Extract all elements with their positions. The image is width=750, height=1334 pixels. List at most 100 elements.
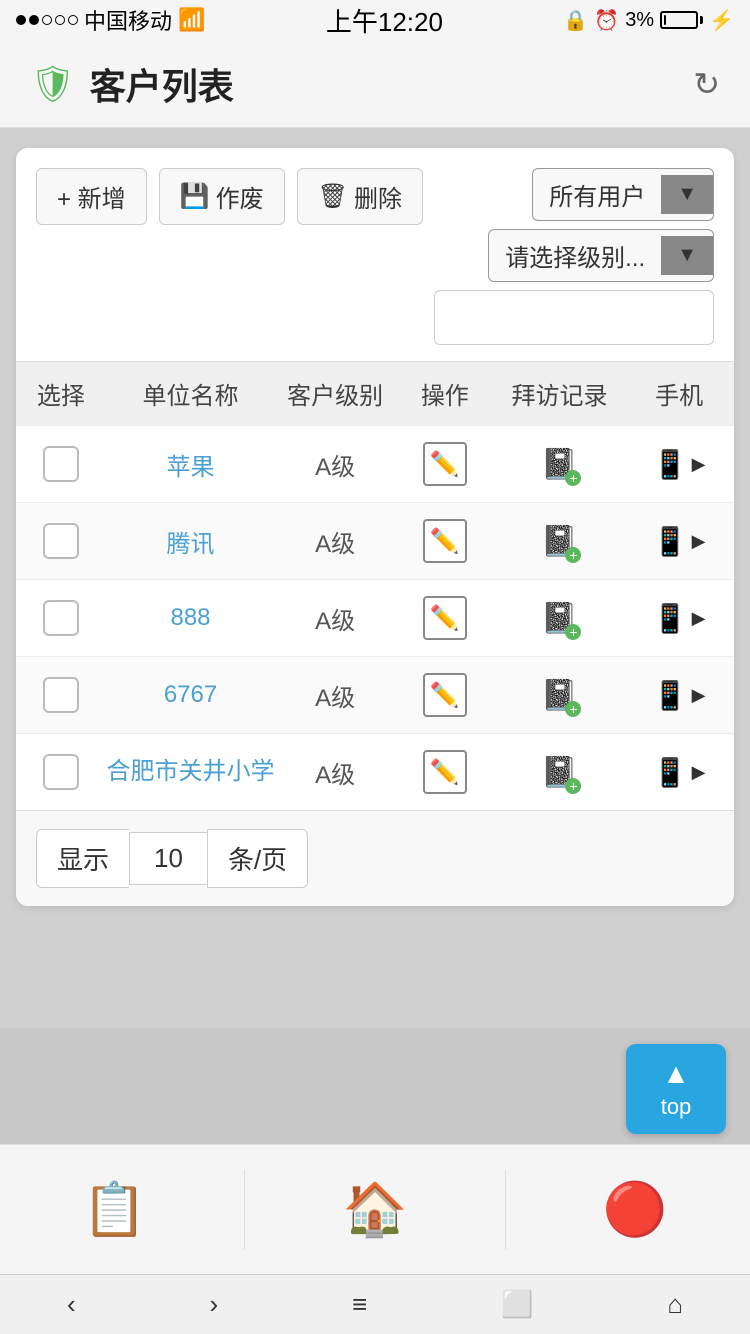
scroll-to-top-button[interactable]: ▲ top — [626, 1044, 726, 1134]
content-area: + 新增 💾 作废 🗑 删除 所有用户 ▼ 请选择级别... ▼ — [0, 128, 750, 1028]
row-1-phone-button[interactable]: 📱 ▶ — [653, 448, 706, 481]
row-3-name: 888 — [106, 604, 276, 632]
pagination-label: 显示 — [36, 829, 129, 888]
visit-plus-icon: + — [565, 470, 581, 486]
visit-plus-icon: + — [565, 778, 581, 794]
row-3-level: A级 — [275, 601, 395, 636]
phone-icon: 📱 — [653, 448, 688, 481]
phone-arrow-icon: ▶ — [692, 685, 706, 706]
col-header-action: 操作 — [395, 376, 495, 411]
row-5-phone-button[interactable]: 📱 ▶ — [653, 756, 706, 789]
home-icon: 🏠 — [343, 1179, 408, 1240]
row-4-name-link[interactable]: 6767 — [164, 681, 217, 709]
row-5-visit-button[interactable]: 📓 + — [537, 750, 581, 794]
row-2-name-link[interactable]: 腾讯 — [167, 524, 215, 559]
refresh-icon[interactable]: ↻ — [693, 65, 720, 103]
clipboard-icon: 📋 — [82, 1179, 147, 1240]
visit-plus-icon: + — [565, 701, 581, 717]
ios-back-button[interactable]: ‹ — [47, 1279, 96, 1330]
row-4-edit-button[interactable]: ✏️ — [423, 673, 467, 717]
row-5-checkbox[interactable] — [43, 754, 79, 790]
row-4-visit-button[interactable]: 📓 + — [537, 673, 581, 717]
table-row: 888 A级 ✏️ 📓 + 📱 ▶ — [16, 579, 734, 656]
add-button[interactable]: + 新增 — [36, 168, 147, 225]
row-5-level: A级 — [275, 755, 395, 790]
row-2-visit-button[interactable]: 📓 + — [537, 519, 581, 563]
row-4-level: A级 — [275, 678, 395, 713]
carrier-label: 中国移动 — [84, 4, 172, 36]
archive-label: 作废 — [216, 179, 264, 214]
nav-power-button[interactable]: 🔴 — [535, 1160, 735, 1260]
table-row: 苹果 A级 ✏️ 📓 + 📱 ▶ — [16, 425, 734, 502]
ios-home-button[interactable]: ⌂ — [647, 1279, 703, 1330]
wifi-icon: 📶 — [178, 7, 205, 33]
row-5-edit-button[interactable]: ✏️ — [423, 750, 467, 794]
row-2-phone: 📱 ▶ — [624, 525, 734, 558]
nav-back-button[interactable]: 📋 — [15, 1160, 215, 1260]
col-header-phone: 手机 — [624, 376, 734, 411]
row-4-action: ✏️ — [395, 673, 495, 717]
row-2-phone-button[interactable]: 📱 ▶ — [653, 525, 706, 558]
ios-menu-button[interactable]: ≡ — [332, 1279, 387, 1330]
row-2-checkbox[interactable] — [43, 523, 79, 559]
row-2-visit: 📓 + — [495, 519, 625, 563]
nav-home-button[interactable]: 🏠 — [275, 1160, 475, 1260]
row-1-edit-button[interactable]: ✏️ — [423, 442, 467, 486]
trash-icon: 🗑 — [318, 182, 348, 211]
level-filter-label: 请选择级别... — [489, 230, 661, 281]
archive-button[interactable]: 💾 作废 — [159, 168, 285, 225]
row-3-checkbox[interactable] — [43, 600, 79, 636]
row-3-edit-button[interactable]: ✏️ — [423, 596, 467, 640]
pagination-count: 10 — [129, 832, 207, 885]
toolbar: + 新增 💾 作废 🗑 删除 所有用户 ▼ 请选择级别... ▼ — [16, 148, 734, 361]
row-1-checkbox[interactable] — [43, 446, 79, 482]
table-row: 6767 A级 ✏️ 📓 + 📱 ▶ — [16, 656, 734, 733]
row-3-visit-button[interactable]: 📓 + — [537, 596, 581, 640]
status-bar-right: 🔒 ⏰ 3% ⚡ — [563, 8, 734, 33]
row-4-checkbox[interactable] — [43, 677, 79, 713]
battery-label: 3% — [625, 9, 654, 32]
row-3-phone: 📱 ▶ — [624, 602, 734, 635]
row-1-visit-button[interactable]: 📓 + — [537, 442, 581, 486]
col-header-level: 客户级别 — [275, 376, 395, 411]
row-4-name: 6767 — [106, 681, 276, 709]
table-body: 苹果 A级 ✏️ 📓 + 📱 ▶ — [16, 425, 734, 810]
search-row: 🔍 — [434, 290, 714, 345]
phone-icon: 📱 — [653, 679, 688, 712]
row-3-phone-button[interactable]: 📱 ▶ — [653, 602, 706, 635]
row-3-name-link[interactable]: 888 — [170, 604, 210, 632]
alarm-icon: ⏰ — [594, 8, 619, 33]
user-filter-arrow[interactable]: ▼ — [661, 175, 713, 214]
row-5-select — [16, 754, 106, 790]
level-filter-dropdown[interactable]: 请选择级别... ▼ — [488, 229, 714, 282]
row-2-edit-button[interactable]: ✏️ — [423, 519, 467, 563]
shield-icon: 🛡 — [30, 63, 76, 105]
search-input[interactable] — [435, 294, 714, 342]
user-filter-dropdown[interactable]: 所有用户 ▼ — [532, 168, 714, 221]
row-4-phone-button[interactable]: 📱 ▶ — [653, 679, 706, 712]
delete-button[interactable]: 🗑 删除 — [297, 168, 423, 225]
ios-windows-button[interactable]: ⬜ — [481, 1279, 553, 1330]
status-bar: 中国移动 📶 上午12:20 🔒 ⏰ 3% ⚡ — [0, 0, 750, 40]
status-time: 上午12:20 — [326, 2, 443, 39]
row-5-action: ✏️ — [395, 750, 495, 794]
row-1-action: ✏️ — [395, 442, 495, 486]
level-filter-arrow[interactable]: ▼ — [661, 236, 713, 275]
row-4-phone: 📱 ▶ — [624, 679, 734, 712]
phone-icon: 📱 — [653, 602, 688, 635]
delete-label: 删除 — [354, 179, 402, 214]
row-2-level: A级 — [275, 524, 395, 559]
app-header: 🛡 客户列表 ↻ — [0, 40, 750, 128]
user-filter-label: 所有用户 — [533, 169, 661, 220]
phone-arrow-icon: ▶ — [692, 608, 706, 629]
battery-indicator — [660, 11, 703, 29]
col-header-name: 单位名称 — [106, 376, 276, 411]
row-1-level: A级 — [275, 447, 395, 482]
toolbar-right: 所有用户 ▼ 请选择级别... ▼ 🔍 — [434, 168, 714, 345]
row-5-name-link[interactable]: 合肥市关井小学 — [107, 756, 275, 787]
row-1-name-link[interactable]: 苹果 — [167, 447, 215, 482]
signal-dot-4 — [55, 15, 65, 25]
status-bar-left: 中国移动 📶 — [16, 4, 205, 36]
ios-forward-button[interactable]: › — [189, 1279, 238, 1330]
phone-arrow-icon: ▶ — [692, 454, 706, 475]
